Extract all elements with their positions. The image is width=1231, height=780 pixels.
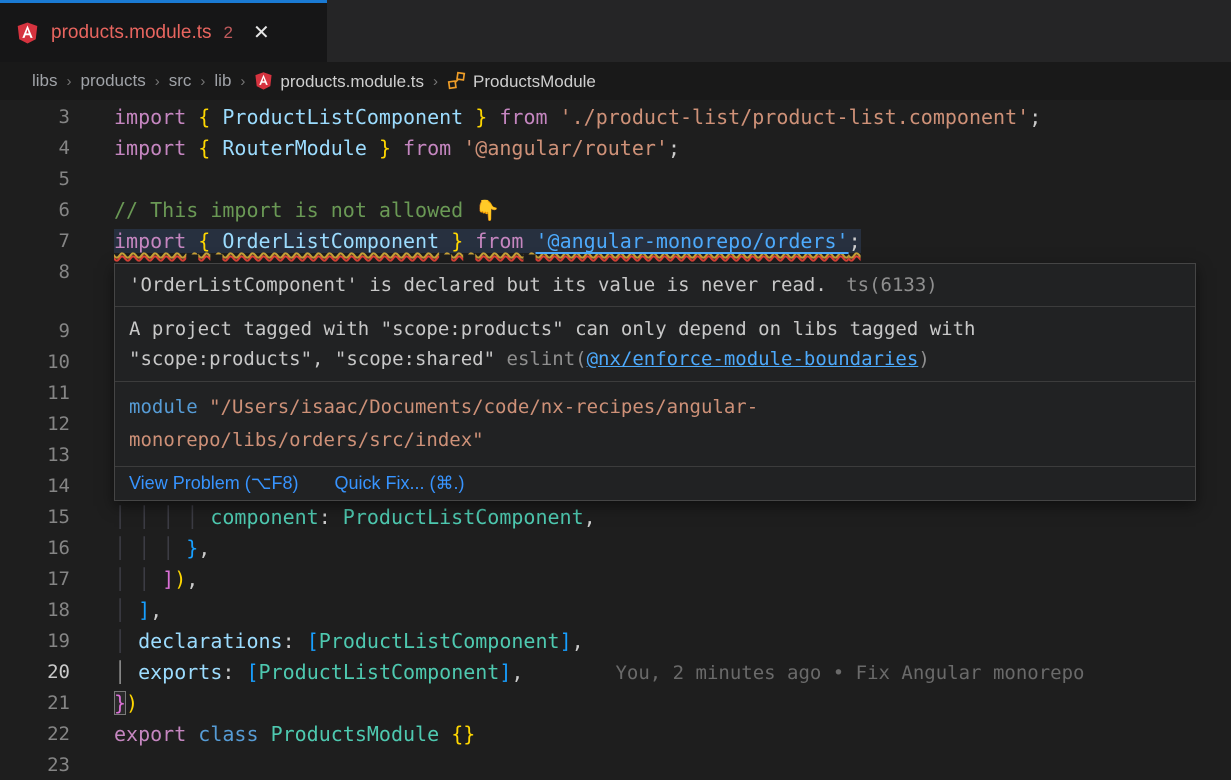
module-path-line2: monorepo/libs/orders/src/index" <box>129 429 484 451</box>
code-line-18[interactable]: 18 │ ], <box>0 595 1231 626</box>
angular-icon <box>254 71 273 90</box>
module-path-line1: "/Users/isaac/Documents/code/nx-recipes/… <box>198 396 759 418</box>
code-line-19[interactable]: 19 │ declarations: [ProductListComponent]… <box>0 626 1231 657</box>
line-number[interactable]: 12 <box>0 409 70 440</box>
code-line-17[interactable]: 17 │ │ ]), <box>0 564 1231 595</box>
eslint-message-line1: A project tagged with "scope:products" c… <box>129 314 1181 344</box>
eslint-source-prefix: eslint( <box>507 348 587 370</box>
line-number[interactable]: 4 <box>0 133 70 164</box>
line-number[interactable]: 16 <box>0 533 70 564</box>
code-line-23[interactable]: 23 <box>0 750 1231 780</box>
code-line-content[interactable]: │ declarations: [ProductListComponent], <box>114 626 584 657</box>
tab-close-button[interactable]: ✕ <box>253 20 270 45</box>
module-keyword: module <box>129 396 198 418</box>
line-number[interactable]: 17 <box>0 564 70 595</box>
tab-bar: products.module.ts 2 ✕ <box>0 0 1231 62</box>
breadcrumb-item-products[interactable]: products <box>81 71 146 91</box>
line-number[interactable]: 6 <box>0 195 70 226</box>
line-number[interactable]: 10 <box>0 347 70 378</box>
code-line-content[interactable]: import { RouterModule } from '@angular/r… <box>114 133 680 164</box>
tab-problems-badge: 2 <box>224 23 233 43</box>
code-line-content[interactable]: │ ], <box>114 595 162 626</box>
line-number[interactable]: 21 <box>0 688 70 719</box>
quick-fix-action[interactable]: Quick Fix... (⌘.) <box>334 473 464 494</box>
breadcrumb-separator-icon: › <box>155 73 160 90</box>
ts-diagnostic: 'OrderListComponent' is declared but its… <box>115 264 1195 306</box>
vscode-window: products.module.ts 2 ✕ libs › products › src… <box>0 0 1231 780</box>
line-number[interactable]: 19 <box>0 626 70 657</box>
line-number[interactable]: 13 <box>0 440 70 471</box>
line-number[interactable]: 11 <box>0 378 70 409</box>
module-path-info: module "/Users/isaac/Documents/code/nx-r… <box>115 381 1195 466</box>
line-number[interactable]: 8 <box>0 257 70 288</box>
code-line-5[interactable]: 5 <box>0 164 1231 195</box>
code-line-content[interactable]: import { ProductListComponent } from './… <box>114 102 1041 133</box>
eslint-message-line2: "scope:products", "scope:shared" eslint(… <box>129 344 1181 374</box>
code-line-6[interactable]: 6 // This import is not allowed 👇 <box>0 195 1231 226</box>
breadcrumb-item-productsmodule[interactable]: ProductsModule <box>447 71 596 92</box>
line-number[interactable]: 7 <box>0 226 70 257</box>
line-number[interactable]: 3 <box>0 102 70 133</box>
breadcrumb-separator-icon: › <box>200 73 205 90</box>
line-number[interactable]: 9 <box>0 316 70 347</box>
breadcrumb-item-products-module-ts[interactable]: products.module.ts <box>254 71 424 92</box>
code-line-content[interactable]: │ │ │ │ component: ProductListComponent, <box>114 502 596 533</box>
angular-icon <box>16 21 39 44</box>
line-number[interactable]: 23 <box>0 750 70 780</box>
code-line-content[interactable]: │ │ │ }, <box>114 533 210 564</box>
code-line-21[interactable]: 21}) <box>0 688 1231 719</box>
code-line-content[interactable]: }) <box>114 688 138 719</box>
code-line-content[interactable]: │ exports: [ProductListComponent],You, 2… <box>114 657 1084 688</box>
code-line-20[interactable]: 20 │ exports: [ProductListComponent],You,… <box>0 657 1231 688</box>
breadcrumb: libs › products › src › lib › products.module.ts… <box>0 62 1231 100</box>
code-line-4[interactable]: 4 import { RouterModule } from '@angular/… <box>0 133 1231 164</box>
code-line-7[interactable]: 7 import { OrderListComponent } from '@an… <box>0 226 1231 257</box>
breadcrumb-separator-icon: › <box>67 73 72 90</box>
code-line-3[interactable]: 3 import { ProductListComponent } from '.… <box>0 102 1231 133</box>
hover-actions: View Problem (⌥F8) Quick Fix... (⌘.) <box>115 466 1195 500</box>
code-editor[interactable]: 3 import { ProductListComponent } from '.… <box>0 100 1231 780</box>
error-squiggle-range[interactable]: import { OrderListComponent } from '@ang… <box>114 229 861 253</box>
line-number[interactable]: 14 <box>0 471 70 502</box>
breadcrumb-separator-icon: › <box>240 73 245 90</box>
code-line-16[interactable]: 16 │ │ │ }, <box>0 533 1231 564</box>
code-line-22[interactable]: 22 export class ProductsModule {} <box>0 719 1231 750</box>
breadcrumb-separator-icon: › <box>433 73 438 90</box>
code-line-content[interactable]: │ │ ]), <box>114 564 198 595</box>
line-number[interactable]: 5 <box>0 164 70 195</box>
eslint-message-line2-text: "scope:products", "scope:shared" <box>129 348 507 370</box>
line-number[interactable]: 15 <box>0 502 70 533</box>
eslint-source-suffix: ) <box>918 348 929 370</box>
ts-diagnostic-message: 'OrderListComponent' is declared but its… <box>129 274 827 296</box>
code-line-content[interactable]: import { OrderListComponent } from '@ang… <box>114 226 861 257</box>
breadcrumb-item-lib[interactable]: lib <box>214 71 231 91</box>
class-symbol-icon <box>447 71 466 90</box>
view-problem-action[interactable]: View Problem (⌥F8) <box>129 473 298 494</box>
ts-diagnostic-code: ts(6133) <box>846 274 938 296</box>
eslint-diagnostic: A project tagged with "scope:products" c… <box>115 306 1195 381</box>
tab-title: products.module.ts <box>51 22 212 44</box>
git-blame-annotation: You, 2 minutes ago • Fix Angular monorep… <box>615 662 1084 684</box>
eslint-rule-link[interactable]: @nx/enforce-module-boundaries <box>587 348 919 370</box>
code-line-content[interactable]: // This import is not allowed 👇 <box>114 195 500 226</box>
code-line-15[interactable]: 15 │ │ │ │ component: ProductListComponen… <box>0 502 1231 533</box>
line-number[interactable]: 20 <box>0 657 70 688</box>
line-number[interactable]: 18 <box>0 595 70 626</box>
hover-popup: 'OrderListComponent' is declared but its… <box>114 263 1196 501</box>
line-number[interactable]: 22 <box>0 719 70 750</box>
code-line-content[interactable]: export class ProductsModule {} <box>114 719 475 750</box>
breadcrumb-item-libs[interactable]: libs <box>32 71 58 91</box>
breadcrumb-item-src[interactable]: src <box>169 71 192 91</box>
tab-products-module[interactable]: products.module.ts 2 ✕ <box>0 0 327 62</box>
